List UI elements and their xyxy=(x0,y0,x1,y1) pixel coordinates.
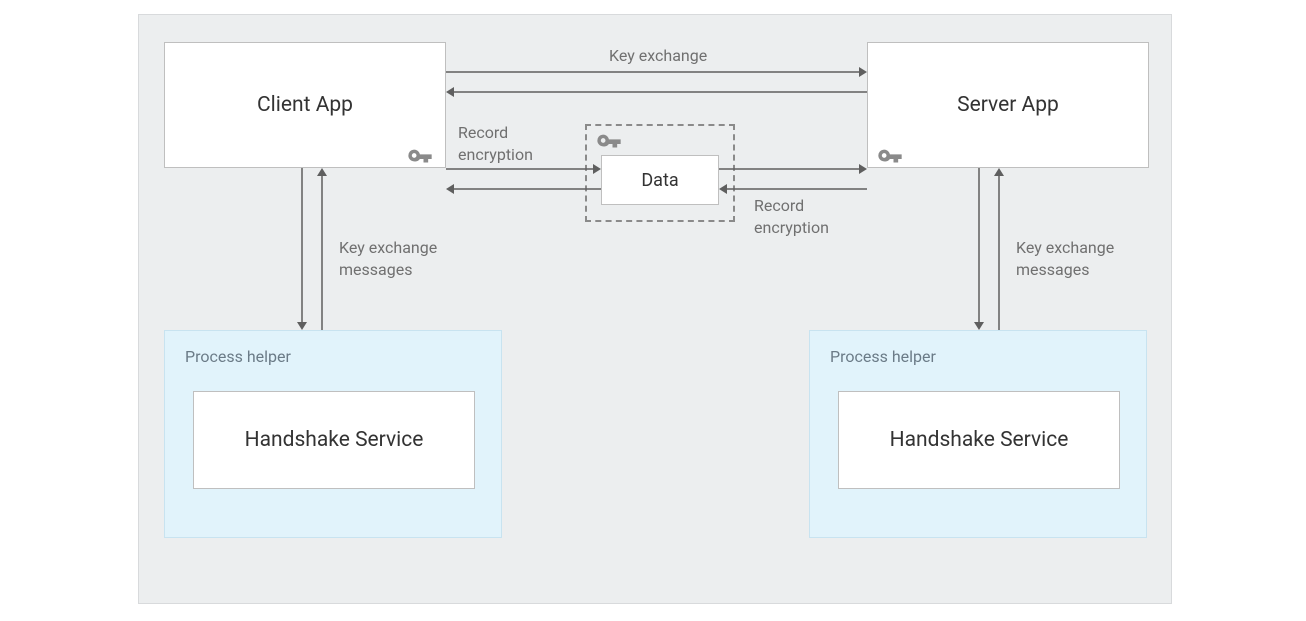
server-app-box: Server App xyxy=(867,42,1149,168)
arrow-key-msg-left-down xyxy=(296,168,308,330)
arrow-record-right-left xyxy=(719,183,867,195)
data-box: Data xyxy=(601,155,719,205)
data-label: Data xyxy=(641,170,678,191)
arrow-key-exchange-right xyxy=(446,66,867,78)
process-helper-right-label: Process helper xyxy=(830,347,936,366)
client-app-label: Client App xyxy=(257,93,353,117)
process-helper-right: Process helper Handshake Service xyxy=(809,330,1147,538)
record-encryption-right-label: Record encryption xyxy=(754,195,829,238)
arrow-key-msg-right-down xyxy=(973,168,985,330)
process-helper-left-label: Process helper xyxy=(185,347,291,366)
handshake-service-left: Handshake Service xyxy=(193,391,475,489)
key-icon xyxy=(876,145,904,173)
server-app-label: Server App xyxy=(957,93,1059,117)
key-exchange-label: Key exchange xyxy=(609,45,707,67)
key-exchange-messages-right-label: Key exchange messages xyxy=(1016,237,1114,280)
diagram-container: Client App Server App Data Process helpe… xyxy=(138,14,1172,604)
arrow-key-exchange-left xyxy=(446,86,867,98)
process-helper-left: Process helper Handshake Service xyxy=(164,330,502,538)
handshake-service-right: Handshake Service xyxy=(838,391,1120,489)
key-icon xyxy=(406,145,434,173)
arrow-record-left-left xyxy=(446,183,601,195)
client-app-box: Client App xyxy=(164,42,446,168)
arrow-key-msg-right-up xyxy=(993,168,1005,330)
arrow-key-msg-left-up xyxy=(316,168,328,330)
arrow-record-right-right xyxy=(719,163,867,175)
handshake-service-left-label: Handshake Service xyxy=(245,428,424,452)
handshake-service-right-label: Handshake Service xyxy=(890,428,1069,452)
key-icon xyxy=(595,130,623,158)
key-exchange-messages-left-label: Key exchange messages xyxy=(339,237,437,280)
record-encryption-left-label: Record encryption xyxy=(458,122,533,165)
